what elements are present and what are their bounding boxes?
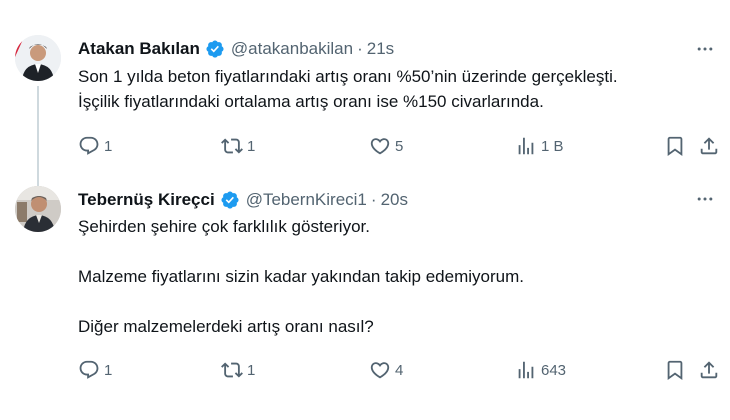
retweet-count: 1 (247, 361, 256, 379)
reply-count: 1 (104, 361, 113, 379)
like-count: 5 (395, 137, 404, 155)
tweet-text-line: Malzeme fiyatlarını sizin kadar yakından… (78, 267, 524, 286)
timestamp[interactable]: 20s (381, 190, 408, 210)
author-handle[interactable]: @atakanbakilan (231, 39, 353, 59)
author-handle[interactable]: @TebernKireci1 (246, 190, 367, 210)
more-options-icon[interactable] (694, 188, 716, 210)
avatar[interactable] (15, 35, 61, 81)
retweet-icon (221, 362, 243, 378)
like-button[interactable]: 4 (369, 357, 403, 383)
bookmark-icon (667, 360, 683, 381)
views-count: 643 (541, 361, 567, 379)
views-icon (518, 361, 534, 379)
separator-dot: · (357, 39, 363, 58)
verified-badge-icon (220, 190, 240, 210)
retweet-count: 1 (247, 137, 256, 155)
share-button[interactable] (698, 357, 720, 383)
tweet-header: Tebernüş Kireçci @TebernKireci1 · 20s (78, 188, 408, 212)
retweet-icon (221, 138, 243, 154)
views-count: 1 B (541, 137, 564, 155)
separator-dot: · (370, 190, 377, 209)
author-name[interactable]: Tebernüş Kireçci (78, 190, 215, 210)
tweet-text-line: Son 1 yılda beton fiyatlarındaki artış o… (78, 67, 618, 86)
reply-icon (79, 136, 99, 155)
views-button[interactable]: 1 B (515, 133, 564, 159)
bookmark-icon (667, 136, 683, 157)
share-icon (700, 361, 718, 379)
reply-button[interactable]: 1 (78, 133, 112, 159)
author-name[interactable]: Atakan Bakılan (78, 39, 200, 59)
share-button[interactable] (698, 133, 720, 159)
retweet-button[interactable]: 1 (221, 133, 255, 159)
timestamp[interactable]: 21s (367, 39, 394, 59)
action-bar: 1 1 4 643 (76, 357, 726, 383)
tweet[interactable]: Atakan Bakılan @atakanbakilan · 21s Son … (0, 0, 730, 196)
avatar[interactable] (15, 186, 61, 232)
tweet-text: Son 1 yılda beton fiyatlarındaki artış o… (78, 64, 718, 114)
reply-count: 1 (104, 137, 113, 155)
bookmark-button[interactable] (664, 133, 686, 159)
more-options-icon[interactable] (694, 38, 716, 60)
heart-icon (370, 362, 390, 379)
bookmark-button[interactable] (664, 357, 686, 383)
tweet-text: Şehirden şehire çok farklılık gösteriyor… (78, 214, 718, 339)
verified-badge-icon (205, 39, 225, 59)
like-count: 4 (395, 361, 404, 379)
heart-icon (370, 138, 390, 155)
views-icon (518, 137, 534, 155)
tweet[interactable]: Tebernüş Kireçci @TebernKireci1 · 20s Şe… (0, 174, 730, 420)
reply-button[interactable]: 1 (78, 357, 112, 383)
action-bar: 1 1 5 1 B (76, 133, 726, 159)
tweet-text-line: Diğer malzemelerdeki artış oranı nasıl? (78, 317, 374, 336)
reply-icon (79, 360, 99, 379)
views-button[interactable]: 643 (515, 357, 566, 383)
retweet-button[interactable]: 1 (221, 357, 255, 383)
tweet-text-line: İşçilik fiyatlarındaki ortalama artış or… (78, 92, 544, 111)
share-icon (700, 137, 718, 155)
tweet-header: Atakan Bakılan @atakanbakilan · 21s (78, 37, 394, 61)
like-button[interactable]: 5 (369, 133, 403, 159)
tweet-text-line: Şehirden şehire çok farklılık gösteriyor… (78, 217, 370, 236)
